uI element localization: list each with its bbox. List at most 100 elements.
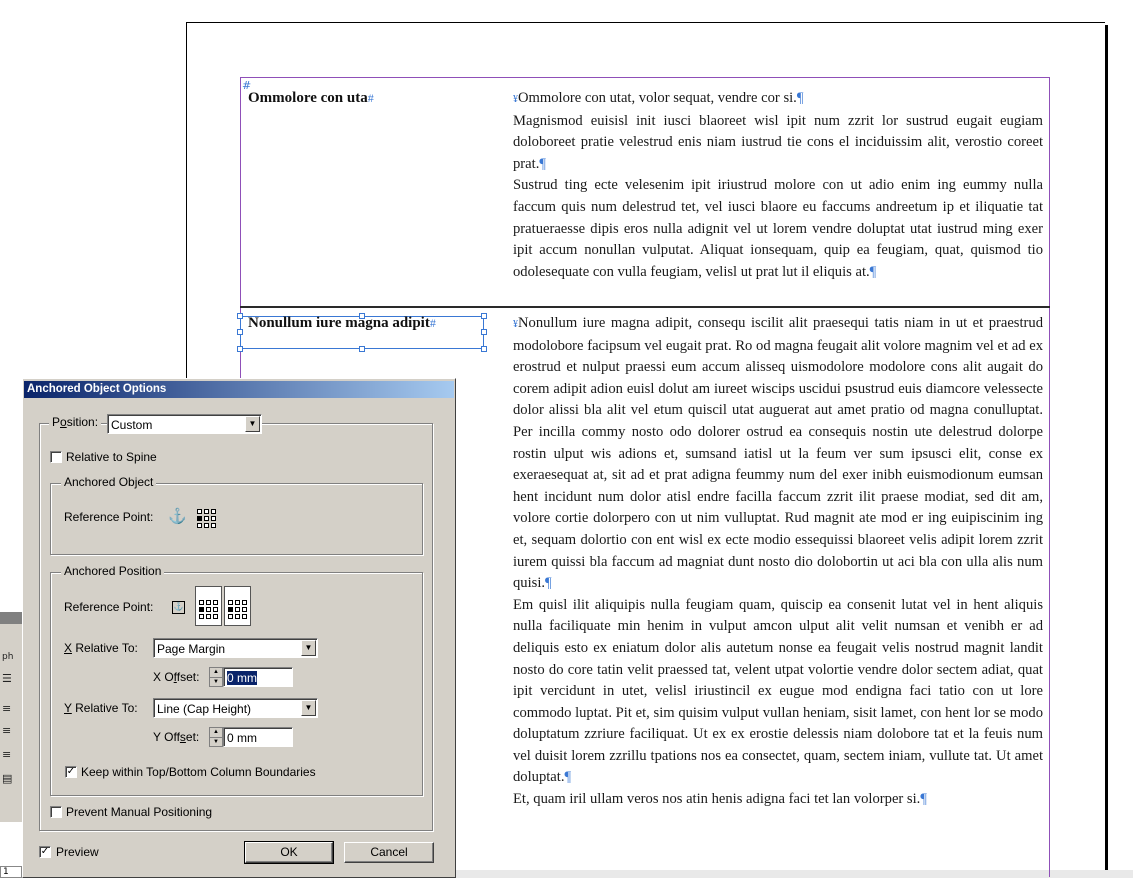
x-offset-input[interactable]: 0 mm [223, 667, 293, 687]
ref-point[interactable] [213, 600, 218, 605]
ref-point-tc[interactable] [204, 509, 209, 514]
ref-point-br[interactable] [211, 523, 216, 528]
anchored-object-options-dialog: Anchored Object Options Position: Custom… [22, 378, 456, 878]
reference-point-label: Reference Point: [64, 510, 154, 524]
x-offset-stepper[interactable]: ▲ ▼ [209, 667, 223, 687]
position-label: Position: [49, 415, 102, 429]
heading-2[interactable]: Nonullum iure magna adipit# [248, 315, 436, 332]
down-arrow-icon[interactable]: ▼ [210, 738, 222, 747]
paragraph: Em quisl ilit aliquipis nulla feugiam qu… [513, 596, 1043, 786]
page-spread-proxy[interactable] [195, 586, 251, 626]
ref-point[interactable] [213, 614, 218, 619]
up-arrow-icon[interactable]: ▲ [210, 668, 222, 678]
panel-label: ph [2, 652, 14, 662]
resize-handle[interactable] [237, 329, 243, 335]
ref-point[interactable] [228, 600, 233, 605]
preview-checkbox[interactable]: ✓ [39, 846, 51, 858]
page-number-field[interactable]: 1 [0, 866, 22, 878]
keep-within-label: Keep within Top/Bottom Column Boundaries [81, 765, 316, 779]
resize-handle[interactable] [481, 313, 487, 319]
ref-point[interactable] [242, 614, 247, 619]
y-relative-label: Y Relative To: [64, 701, 138, 715]
ref-point[interactable] [199, 600, 204, 605]
y-offset-input[interactable]: 0 mm [223, 727, 293, 747]
dialog-title: Anchored Object Options [27, 383, 167, 395]
drop-cap-icon[interactable]: ▤ [2, 772, 18, 785]
x-relative-select[interactable]: Page Margin ▼ [153, 638, 318, 658]
pilcrow-mark: ¶ [920, 791, 927, 808]
ref-point[interactable] [235, 614, 240, 619]
paragraph: Et, quam iril ullam veros nos atin henis… [513, 791, 927, 808]
resize-handle[interactable] [237, 346, 243, 352]
y-relative-select[interactable]: Line (Cap Height) ▼ [153, 698, 318, 718]
chevron-down-icon[interactable]: ▼ [301, 700, 316, 716]
ref-point[interactable] [228, 607, 233, 612]
hash-marker: # [429, 316, 436, 330]
down-arrow-icon[interactable]: ▼ [210, 678, 222, 687]
paragraph: ¥Nonullum iure magna adipit, consequ isc… [513, 315, 1043, 592]
position-select[interactable]: Custom ▼ [107, 414, 262, 434]
paragraph: Sustrud ting ecte velesenim ipit iriustr… [513, 177, 1043, 280]
ref-point[interactable] [242, 600, 247, 605]
ref-point[interactable] [235, 600, 240, 605]
x-offset-label: X Offset: [153, 670, 200, 684]
body-text-2[interactable]: ¥Nonullum iure magna adipit, consequ isc… [513, 313, 1043, 811]
relative-to-spine-checkbox[interactable] [50, 451, 62, 463]
prevent-manual-label: Prevent Manual Positioning [66, 805, 213, 819]
hash-marker: # [367, 91, 374, 105]
ref-point-tl[interactable] [197, 509, 202, 514]
resize-handle[interactable] [359, 346, 365, 352]
table-row-divider [240, 306, 1050, 308]
ref-point-mr[interactable] [211, 516, 216, 521]
anchor-reference-icon: ⚓ [172, 601, 185, 614]
pilcrow-mark: ¶ [564, 769, 572, 786]
paragraph: ¥Ommolore con utat, volor sequat, vendre… [513, 90, 804, 106]
pilcrow-mark: ¶ [539, 155, 546, 172]
ref-point-ml[interactable] [197, 516, 202, 521]
resize-handle[interactable] [481, 329, 487, 335]
ref-point[interactable] [206, 607, 211, 612]
ref-point[interactable] [206, 614, 211, 619]
ref-point[interactable] [199, 607, 204, 612]
ref-point[interactable] [242, 607, 247, 612]
keep-within-checkbox[interactable]: ✓ [65, 766, 77, 778]
x-relative-label: X Relative To: [64, 641, 138, 655]
relative-to-spine-label: Relative to Spine [66, 450, 157, 464]
cancel-button[interactable]: Cancel [344, 842, 434, 863]
prevent-manual-checkbox[interactable] [50, 806, 62, 818]
resize-handle[interactable] [237, 313, 243, 319]
paragraph-icon[interactable]: ≡ [2, 748, 18, 761]
up-arrow-icon[interactable]: ▲ [210, 728, 222, 738]
y-offset-label: Y Offset: [153, 730, 200, 744]
align-left-icon[interactable]: ☰ [2, 672, 18, 685]
anchored-object-legend: Anchored Object [61, 475, 157, 489]
dialog-titlebar[interactable]: Anchored Object Options [24, 381, 454, 398]
ref-point-bl[interactable] [197, 523, 202, 528]
ref-point[interactable] [228, 614, 233, 619]
paragraph: Magnismod euisisl init iusci blaoreet wi… [513, 112, 1043, 172]
chevron-down-icon[interactable]: ▼ [245, 416, 260, 432]
indent-icon[interactable]: ≡ [2, 702, 18, 715]
ref-point-bc[interactable] [204, 523, 209, 528]
list-icon[interactable]: ≡ [2, 724, 18, 737]
ref-point-mc[interactable] [204, 516, 209, 521]
resize-handle[interactable] [481, 346, 487, 352]
reference-point-proxy-right[interactable] [228, 600, 247, 619]
tool-panel-fragment [0, 612, 23, 822]
chevron-down-icon[interactable]: ▼ [301, 640, 316, 656]
ok-button[interactable]: OK [244, 841, 334, 864]
page-shadow [1105, 25, 1108, 870]
body-text-1[interactable]: ¥Ommolore con utat, volor sequat, vendre… [513, 88, 1043, 283]
ref-point-tr[interactable] [211, 509, 216, 514]
reference-point-proxy[interactable] [197, 509, 216, 528]
ref-point[interactable] [206, 600, 211, 605]
ref-point[interactable] [199, 614, 204, 619]
anchored-position-legend: Anchored Position [61, 564, 165, 578]
heading-1[interactable]: Ommolore con uta# [248, 90, 374, 107]
ref-point[interactable] [213, 607, 218, 612]
y-offset-stepper[interactable]: ▲ ▼ [209, 727, 223, 747]
pilcrow-mark: ¶ [796, 90, 804, 106]
reference-point-label: Reference Point: [64, 600, 154, 614]
reference-point-proxy-left[interactable] [199, 600, 218, 619]
ref-point[interactable] [235, 607, 240, 612]
